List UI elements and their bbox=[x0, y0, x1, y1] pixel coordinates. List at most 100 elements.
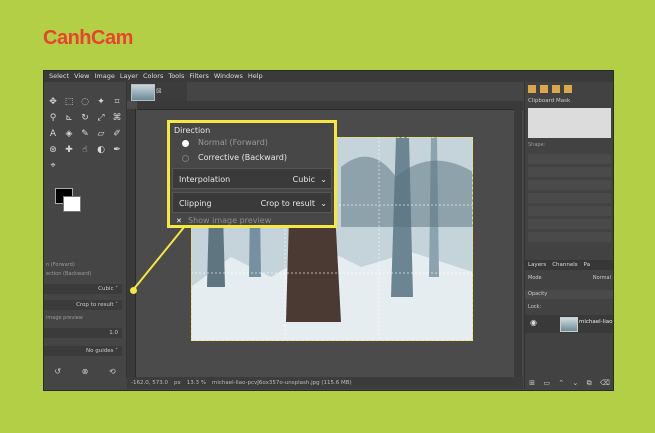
interpolation-value: Cubic bbox=[98, 286, 114, 292]
brush-icon[interactable] bbox=[528, 85, 536, 93]
menu-help[interactable]: Help bbox=[248, 71, 263, 82]
dodge-tool-icon[interactable]: ◐ bbox=[95, 144, 107, 156]
lower-icon[interactable]: ⌄ bbox=[572, 377, 578, 389]
unit-select[interactable]: px bbox=[174, 377, 181, 389]
move-tool-icon[interactable]: ✥ bbox=[47, 96, 59, 108]
clone-tool-icon[interactable]: ⊛ bbox=[47, 144, 59, 156]
layer-thumbnail bbox=[560, 317, 578, 332]
scale-tool-icon[interactable]: ⤢ bbox=[95, 112, 107, 124]
raise-icon[interactable]: ⌃ bbox=[558, 377, 564, 389]
shape-label: Shape: bbox=[528, 142, 546, 148]
clipping-row[interactable]: Clipping Crop to result ⌄ bbox=[172, 192, 332, 213]
horizontal-ruler[interactable] bbox=[137, 101, 523, 110]
interpolation-row[interactable]: Interpolation Cubic ⌄ bbox=[172, 168, 332, 189]
close-icon[interactable]: ⊠ bbox=[156, 87, 162, 95]
callout-anchor-dot bbox=[130, 287, 137, 294]
text-tool-icon[interactable]: A bbox=[47, 128, 59, 140]
delete-icon[interactable]: ⊗ bbox=[82, 366, 89, 378]
zoom-tool-icon[interactable]: ⚲ bbox=[47, 112, 59, 124]
smudge-tool-icon[interactable]: ☝ bbox=[79, 144, 91, 156]
menu-view[interactable]: View bbox=[74, 71, 89, 82]
radio-forward[interactable] bbox=[182, 140, 189, 147]
toolbox: ✥ ⬚ ◌ ✦ ⌗ ⚲ ⊾ ↻ ⤢ ⌘ A ◈ ✎ ▱ ✐ ⊛ ✚ ☝ ◐ ✒ … bbox=[44, 82, 127, 378]
brush-tool-icon[interactable]: ✎ bbox=[79, 128, 91, 140]
tab-layers[interactable]: Layers bbox=[525, 260, 549, 270]
option-row[interactable] bbox=[528, 206, 611, 216]
guides-value: No guides bbox=[86, 348, 114, 354]
rotate-tool-icon[interactable]: ↻ bbox=[79, 112, 91, 124]
heal-tool-icon[interactable]: ✚ bbox=[63, 144, 75, 156]
mode-label: Mode bbox=[528, 275, 542, 281]
mode-value: Normal bbox=[592, 275, 611, 281]
airbrush-tool-icon[interactable]: ✐ bbox=[111, 128, 123, 140]
warp-tool-icon[interactable]: ⌘ bbox=[111, 112, 123, 124]
reset-icon[interactable]: ⟲ bbox=[109, 366, 116, 378]
clipping-select[interactable]: Crop to result ˅ bbox=[44, 300, 122, 310]
show-preview-label: Show image preview bbox=[188, 216, 272, 225]
tab-channels[interactable]: Channels bbox=[549, 260, 580, 270]
dock-bottom-bar: ⊞ ▭ ⌃ ⌄ ⧉ ⌫ bbox=[525, 377, 613, 389]
picker-tool-icon[interactable]: ⌖ bbox=[47, 160, 59, 172]
lasso-tool-icon[interactable]: ◌ bbox=[79, 96, 91, 108]
direction-forward-text: n (Forward) bbox=[46, 262, 75, 268]
select-tool-icon[interactable]: ⬚ bbox=[63, 96, 75, 108]
interpolation-label: Interpolation bbox=[179, 175, 231, 184]
tab-paths[interactable]: Pa bbox=[581, 260, 593, 270]
menu-layer[interactable]: Layer bbox=[120, 71, 138, 82]
fill-tool-icon[interactable]: ◈ bbox=[63, 128, 75, 140]
file-info: michael-liao-pcvJ6ox357o-unsplash.jpg (1… bbox=[211, 380, 352, 386]
option-row[interactable] bbox=[528, 180, 611, 190]
gimp-window: Select View Image Layer Colors Tools Fil… bbox=[43, 70, 614, 391]
show-preview-checkbox[interactable]: ✕ bbox=[176, 218, 182, 225]
transform-options-callout: Direction Normal (Forward) Corrective (B… bbox=[167, 120, 337, 228]
menu-image[interactable]: Image bbox=[95, 71, 115, 82]
option-row[interactable] bbox=[528, 167, 611, 177]
option-row[interactable] bbox=[528, 193, 611, 203]
right-dock: Clipboard Mask Shape: Layers Channels Pa… bbox=[524, 82, 613, 389]
document-icon[interactable] bbox=[564, 85, 572, 93]
radio-backward-label: Corrective (Backward) bbox=[198, 153, 287, 162]
value-field[interactable]: 1.0 bbox=[44, 328, 122, 338]
wand-tool-icon[interactable]: ✦ bbox=[95, 96, 107, 108]
pattern-icon[interactable] bbox=[540, 85, 548, 93]
option-row[interactable] bbox=[528, 219, 611, 229]
menu-bar: Select View Image Layer Colors Tools Fil… bbox=[44, 71, 613, 82]
layer-tabs: Layers Channels Pa bbox=[525, 260, 613, 270]
interpolation-select[interactable]: Cubic ˅ bbox=[44, 284, 122, 294]
font-icon[interactable] bbox=[552, 85, 560, 93]
zoom-select[interactable]: 13.3 % bbox=[187, 377, 206, 389]
mode-row[interactable]: Mode Normal bbox=[525, 274, 613, 283]
measure-tool-icon[interactable]: ⊾ bbox=[63, 112, 75, 124]
tool-grid: ✥ ⬚ ◌ ✦ ⌗ ⚲ ⊾ ↻ ⤢ ⌘ A ◈ ✎ ▱ ✐ ⊛ ✚ ☝ ◐ ✒ … bbox=[47, 96, 123, 172]
option-row[interactable] bbox=[528, 232, 611, 242]
new-layer-icon[interactable]: ⊞ bbox=[529, 377, 535, 389]
chevron-down-icon[interactable]: ⌄ bbox=[320, 169, 327, 190]
menu-filters[interactable]: Filters bbox=[189, 71, 208, 82]
vertical-scrollbar[interactable] bbox=[514, 109, 522, 377]
menu-windows[interactable]: Windows bbox=[214, 71, 243, 82]
eraser-tool-icon[interactable]: ▱ bbox=[95, 128, 107, 140]
option-row[interactable] bbox=[528, 154, 611, 164]
restore-icon[interactable]: ↺ bbox=[54, 366, 61, 378]
trash-icon[interactable]: ⌫ bbox=[600, 377, 610, 389]
radio-backward[interactable] bbox=[182, 155, 189, 162]
background-color[interactable] bbox=[63, 196, 81, 212]
image-tab-bar: ⊠ bbox=[127, 82, 187, 101]
clipping-label: Clipping bbox=[179, 199, 212, 208]
vertical-ruler[interactable] bbox=[127, 109, 136, 377]
menu-select[interactable]: Select bbox=[49, 71, 69, 82]
guides-select[interactable]: No guides ˅ bbox=[44, 346, 122, 356]
opacity-row[interactable]: Opacity bbox=[525, 290, 613, 299]
menu-tools[interactable]: Tools bbox=[168, 71, 184, 82]
crop-tool-icon[interactable]: ⌗ bbox=[111, 96, 123, 108]
menu-colors[interactable]: Colors bbox=[143, 71, 163, 82]
clipping-value: Crop to result bbox=[260, 199, 315, 208]
path-tool-icon[interactable]: ✒ bbox=[111, 144, 123, 156]
image-tab-thumbnail[interactable] bbox=[131, 84, 155, 101]
layer-item[interactable]: ◉ michael-liao bbox=[525, 315, 613, 333]
folder-icon[interactable]: ▭ bbox=[543, 377, 550, 389]
clipboard-preview[interactable] bbox=[528, 108, 611, 138]
chevron-down-icon[interactable]: ⌄ bbox=[320, 193, 327, 214]
duplicate-icon[interactable]: ⧉ bbox=[587, 377, 592, 389]
eye-icon[interactable]: ◉ bbox=[530, 318, 537, 327]
